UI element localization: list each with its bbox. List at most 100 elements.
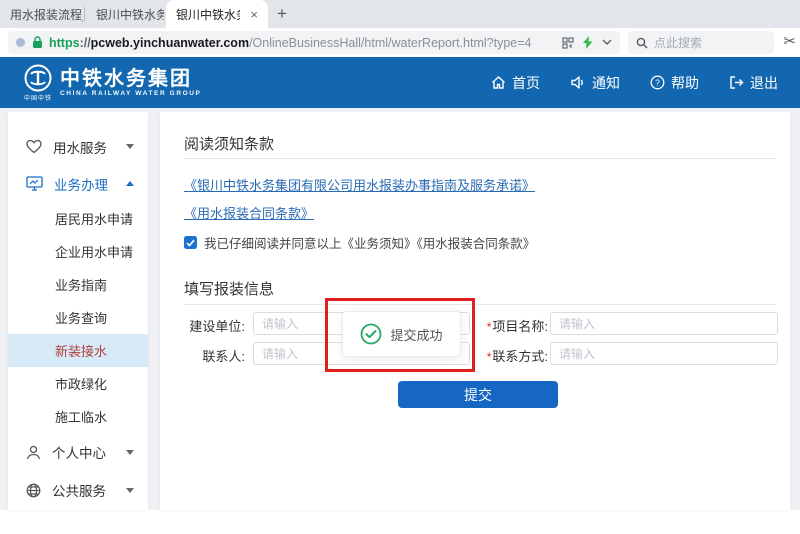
browser-tab-2[interactable]: 银川中铁水务集	[86, 0, 164, 28]
field-label-text: 联系人:	[202, 349, 245, 364]
tab-separator	[84, 7, 85, 21]
chevron-down-icon	[126, 144, 134, 149]
required-mark: *	[487, 320, 492, 334]
agreement-text: 我已仔细阅读并同意以上《业务须知》《用水报装合同条款》	[204, 233, 535, 252]
construction-unit-label: 建设单位:	[160, 316, 245, 335]
contact-method-input[interactable]	[550, 342, 778, 365]
lock-icon	[32, 36, 43, 49]
agreement-row: 我已仔细阅读并同意以上《业务须知》《用水报装合同条款》	[184, 233, 535, 252]
tab-title: 银川中铁水务集	[176, 6, 240, 23]
url-path: /OnlineBusinessHall/html/waterReport.htm…	[249, 36, 531, 50]
globe-icon	[26, 483, 41, 498]
guide-document-link[interactable]: 《银川中铁水务集团有限公司用水报装办事指南及服务承诺》	[184, 175, 535, 194]
submit-button[interactable]: 提交	[398, 381, 558, 408]
search-input[interactable]	[654, 36, 754, 50]
url-domain: pcweb.yinchuanwater.com	[91, 36, 249, 50]
url-scheme: https	[49, 36, 80, 50]
chevron-down-icon	[126, 488, 134, 493]
tab-bar: 用水报装流程_ 银川中铁水务集 银川中铁水务集 × +	[0, 0, 800, 28]
address-bar-actions	[562, 36, 612, 49]
nav-label: 退出	[750, 73, 778, 93]
sidebar-item-resident-application[interactable]: 居民用水申请	[8, 202, 148, 235]
nav-help[interactable]: ? 帮助	[650, 73, 699, 93]
browser-window: 用水报装流程_ 银川中铁水务集 银川中铁水务集 × + https://pcwe…	[0, 0, 800, 534]
chevron-down-icon	[126, 450, 134, 455]
sidebar-item-new-connection[interactable]: 新装接水	[8, 334, 148, 367]
address-bar: https://pcweb.yinchuanwater.com/OnlineBu…	[0, 28, 800, 57]
notice-section-title: 阅读须知条款	[184, 133, 274, 154]
site-info-icon[interactable]	[16, 38, 25, 47]
sidebar-item-business-guide[interactable]: 业务指南	[8, 268, 148, 301]
url-separator: ://	[80, 36, 91, 50]
lightning-icon[interactable]	[583, 36, 593, 49]
sidebar-item-business-query[interactable]: 业务查询	[8, 301, 148, 334]
sidebar-item-label: 企业用水申请	[55, 242, 133, 261]
quick-search-box[interactable]	[628, 31, 774, 54]
emblem-caption: 中国中铁	[24, 93, 52, 102]
sidebar-group-label: 公共服务	[52, 480, 106, 500]
sidebar: 用水服务 业务办理 居民用水申请 企业用水申请 业务指南 业务查询 新装接水 市…	[8, 112, 148, 510]
heart-icon	[26, 139, 42, 154]
success-toast: 提交成功	[342, 311, 461, 357]
toast-text: 提交成功	[390, 325, 442, 344]
tab-close-icon[interactable]: ×	[250, 8, 258, 21]
contact-method-label: *联系方式:	[468, 346, 548, 365]
divider	[184, 158, 776, 159]
url-field[interactable]: https://pcweb.yinchuanwater.com/OnlineBu…	[8, 31, 620, 54]
nav-home[interactable]: 首页	[491, 73, 540, 93]
project-name-input[interactable]	[550, 312, 778, 335]
main-panel: 阅读须知条款 《银川中铁水务集团有限公司用水报装办事指南及服务承诺》 《用水报装…	[160, 112, 790, 510]
sidebar-item-label: 业务指南	[55, 275, 107, 294]
speaker-icon	[570, 75, 586, 90]
chevron-down-icon[interactable]	[602, 39, 612, 46]
field-label-text: 项目名称:	[492, 319, 548, 334]
china-railway-emblem-icon: 中国中铁	[24, 64, 52, 102]
sidebar-group-label: 业务办理	[54, 174, 108, 194]
browser-tab-1[interactable]: 用水报装流程_	[0, 0, 83, 28]
sidebar-item-label: 市政绿化	[55, 374, 107, 393]
sidebar-group-label: 用水服务	[53, 137, 107, 157]
person-icon	[26, 445, 41, 460]
sidebar-group-label: 个人中心	[52, 442, 106, 462]
nav-logout[interactable]: 退出	[729, 73, 778, 93]
agree-checkbox[interactable]	[184, 236, 197, 249]
sidebar-item-label: 新装接水	[55, 341, 107, 360]
site-header: 中国中铁 中铁水务集团 CHINA RAILWAY WATER GROUP 首页…	[0, 57, 800, 108]
qr-code-icon[interactable]	[562, 37, 574, 49]
logout-icon	[729, 75, 744, 90]
sidebar-item-construction-temp-water[interactable]: 施工临水	[8, 400, 148, 433]
sidebar-group-business[interactable]: 业务办理	[8, 165, 148, 202]
success-check-icon	[360, 323, 382, 345]
project-name-label: *项目名称:	[468, 316, 548, 335]
nav-label: 帮助	[671, 73, 699, 93]
contact-person-label: 联系人:	[160, 346, 245, 365]
sidebar-item-label: 业务查询	[55, 308, 107, 327]
sidebar-item-enterprise-application[interactable]: 企业用水申请	[8, 235, 148, 268]
browser-tab-3-active[interactable]: 银川中铁水务集 ×	[166, 0, 268, 28]
sidebar-group-water-service[interactable]: 用水服务	[8, 128, 148, 165]
field-label-text: 建设单位:	[189, 319, 245, 334]
logo-title: 中铁水务集团	[60, 68, 201, 90]
question-circle-icon: ?	[650, 75, 665, 90]
screenshot-scissors-icon[interactable]: ✂	[783, 32, 796, 50]
nav-label: 首页	[512, 73, 540, 93]
top-navigation: 首页 通知 ? 帮助 退出	[491, 73, 778, 93]
nav-notifications[interactable]: 通知	[570, 73, 620, 93]
sidebar-group-public-service[interactable]: 公共服务	[8, 471, 148, 509]
sidebar-item-label: 居民用水申请	[55, 209, 133, 228]
home-icon	[491, 75, 506, 90]
sidebar-item-municipal-greening[interactable]: 市政绿化	[8, 367, 148, 400]
logo-text: 中铁水务集团 CHINA RAILWAY WATER GROUP	[60, 68, 201, 97]
sidebar-group-personal-center[interactable]: 个人中心	[8, 433, 148, 471]
new-tab-button[interactable]: +	[270, 3, 294, 25]
logo-subtitle: CHINA RAILWAY WATER GROUP	[60, 90, 201, 97]
field-label-text: 联系方式:	[492, 349, 548, 364]
check-icon	[186, 239, 195, 247]
form-section-title: 填写报装信息	[184, 278, 274, 299]
tab-title: 用水报装流程_	[10, 6, 83, 23]
divider	[184, 304, 776, 305]
contract-terms-link[interactable]: 《用水报装合同条款》	[184, 203, 314, 222]
nav-label: 通知	[592, 73, 620, 93]
monitor-icon	[26, 176, 43, 191]
required-mark: *	[487, 350, 492, 364]
